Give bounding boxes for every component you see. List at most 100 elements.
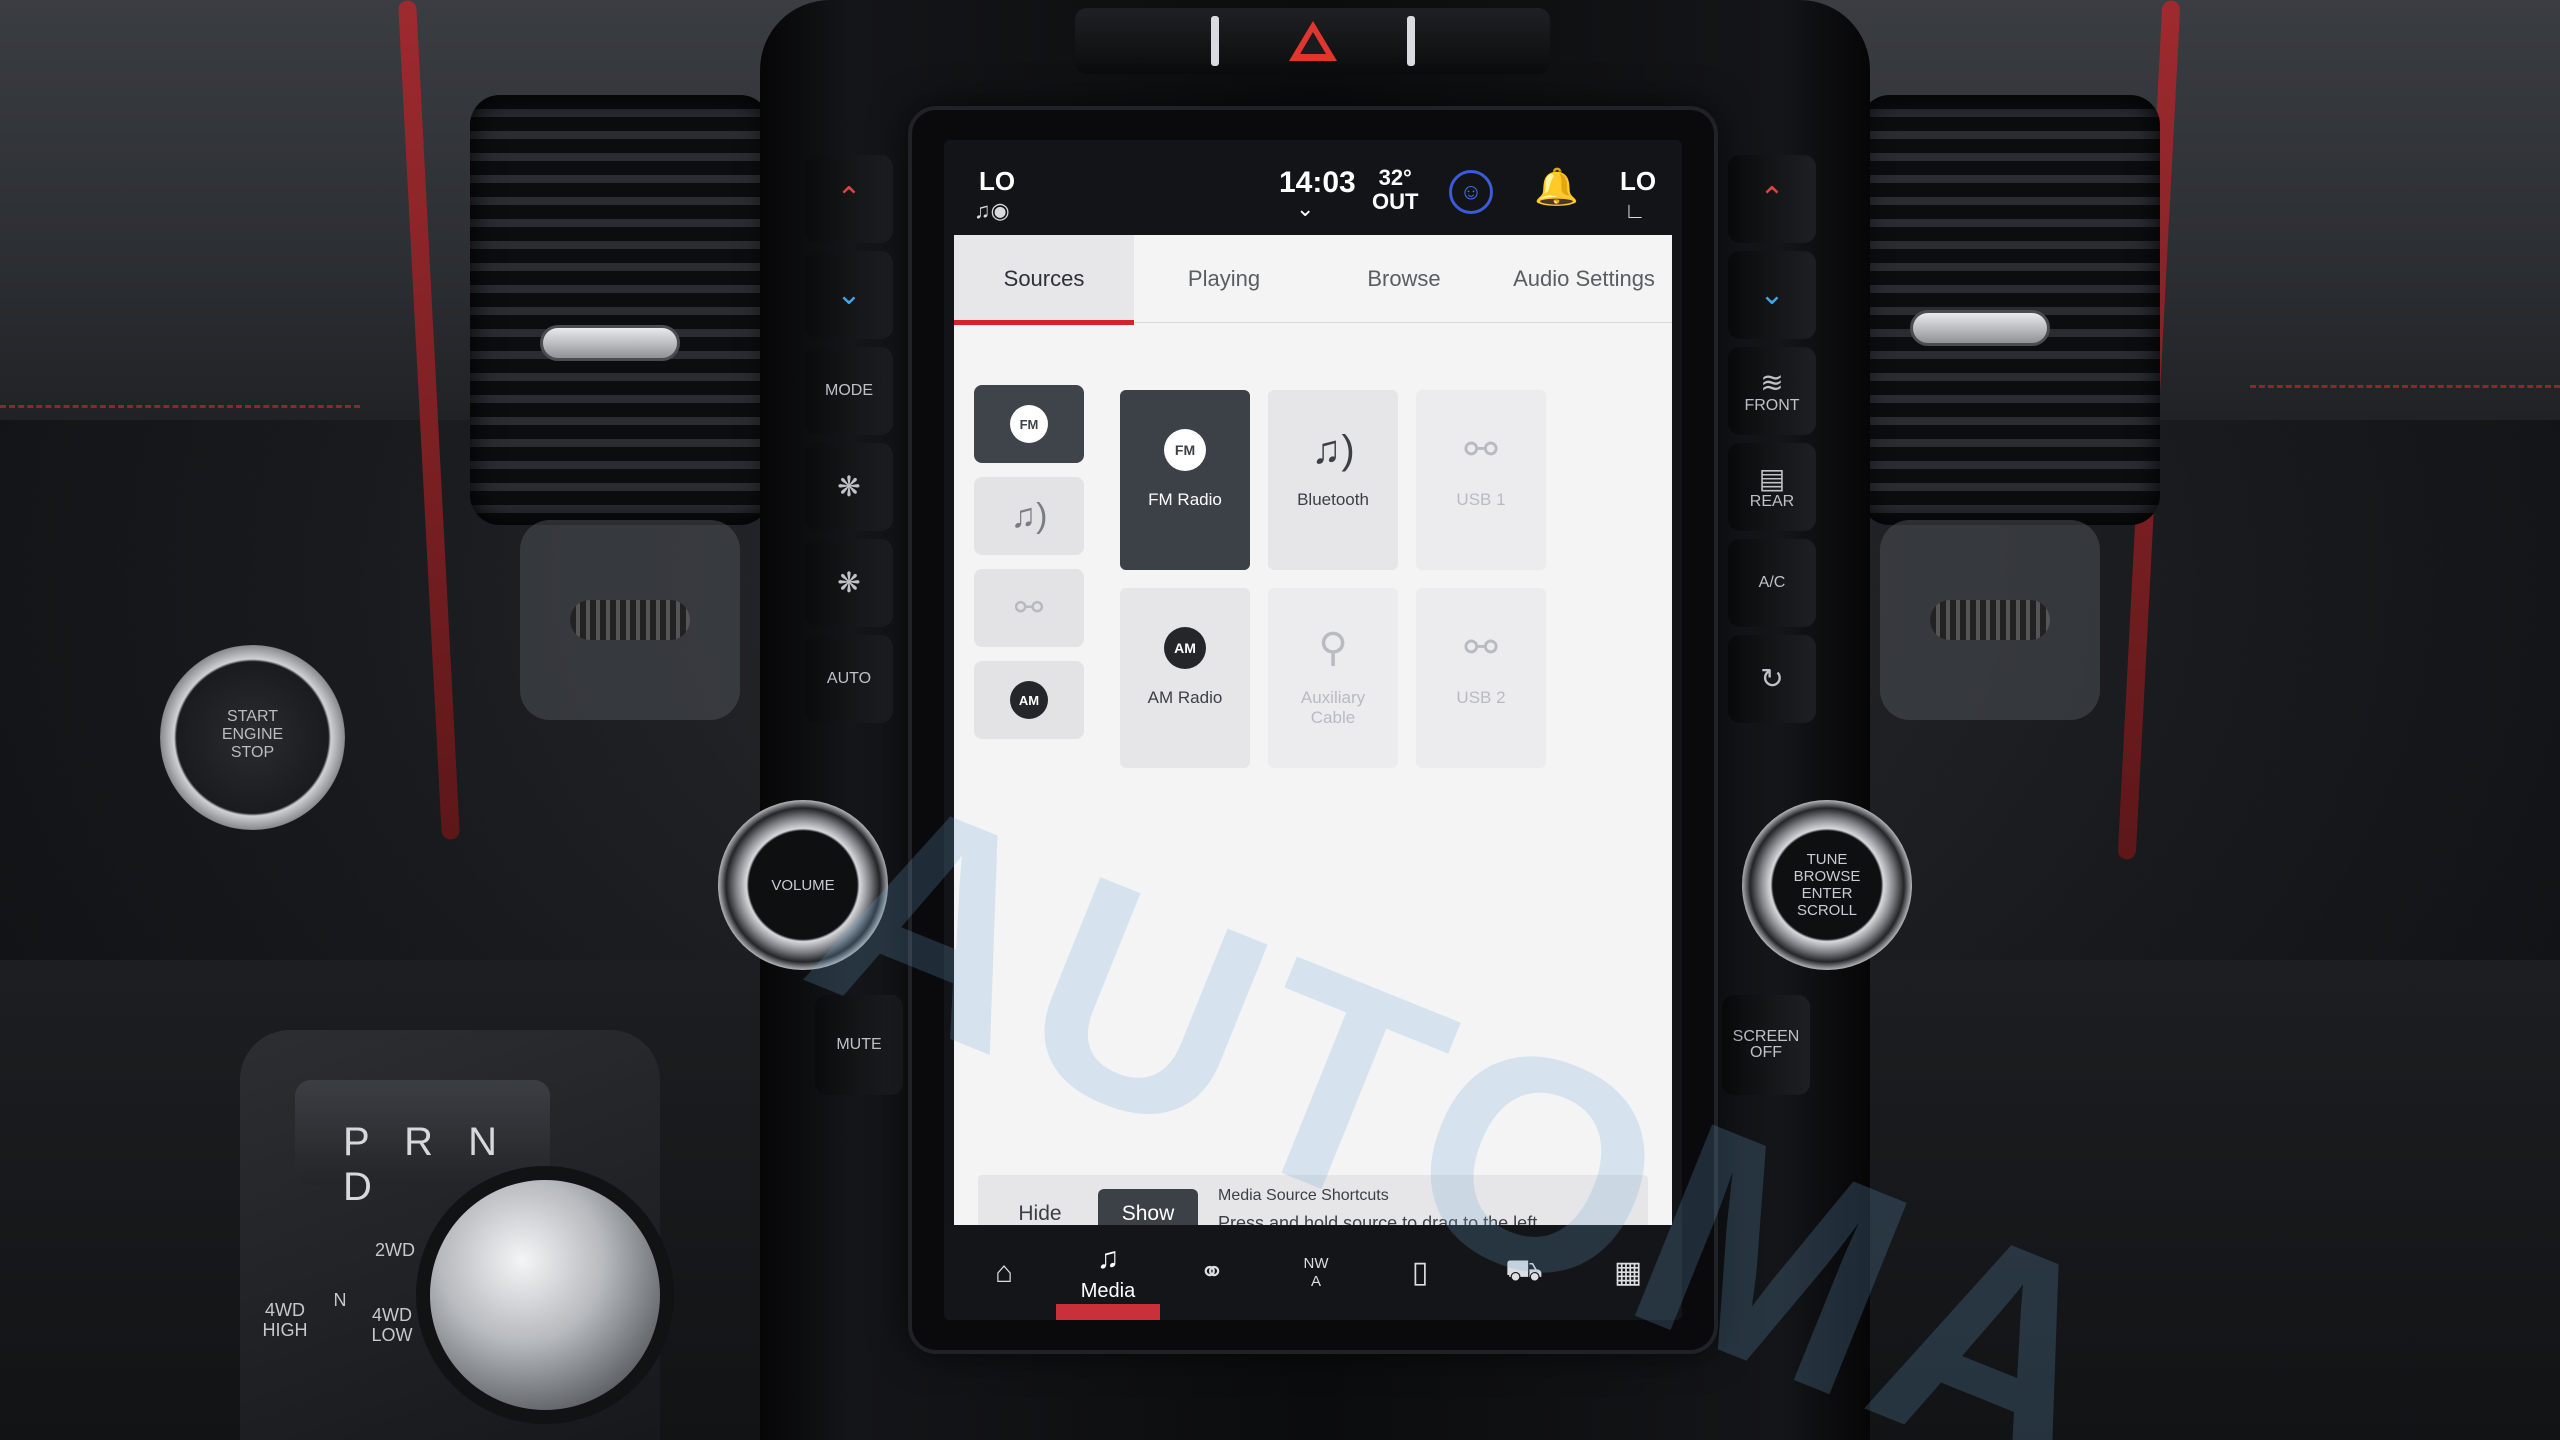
- left-vent-thumbwheel[interactable]: [570, 600, 690, 640]
- fm-radio-icon: FM: [1010, 405, 1048, 443]
- ac-label: A/C: [1758, 574, 1786, 591]
- tune-knob-label: TUNE BROWSE ENTER SCROLL: [1793, 851, 1861, 919]
- truck-icon: ⛟: [1505, 1253, 1543, 1287]
- passenger-seat-icon[interactable]: ∟: [1624, 198, 1646, 224]
- left-vent-tab[interactable]: [540, 325, 680, 361]
- outside-temp-value: 32°: [1378, 165, 1412, 190]
- infotainment-screen: LO ♫◉ 14:03 ⌄ 32° OUT ☺ 🔔 LO ∟ Sources P…: [944, 140, 1682, 1320]
- stitching-left: [0, 405, 360, 408]
- mute-label: MUTE: [836, 1036, 882, 1053]
- fan-down-button[interactable]: ❋: [805, 539, 893, 627]
- compass-heading: NW: [1303, 1254, 1329, 1272]
- driver-seat-heat-icon[interactable]: ♫◉: [974, 198, 1010, 224]
- mute-area: MUTE: [815, 995, 903, 1095]
- usb-icon: ⚯: [1464, 626, 1498, 670]
- chevron-down-icon: ⌄: [1759, 278, 1785, 311]
- tab-audio-settings[interactable]: Audio Settings: [1494, 235, 1674, 323]
- home-icon: ⌂: [994, 1255, 1014, 1289]
- rear-defrost-button[interactable]: ▤ REAR: [1728, 443, 1816, 531]
- recirculation-button[interactable]: ↻: [1728, 635, 1816, 723]
- shortcut-usb[interactable]: ⚯: [974, 569, 1084, 647]
- source-label: AM Radio: [1147, 688, 1223, 707]
- source-fm-radio[interactable]: FM FM Radio: [1120, 390, 1250, 570]
- source-usb-1[interactable]: ⚯ USB 1: [1416, 390, 1546, 570]
- four-wd-low-label[interactable]: 4WD LOW: [362, 1305, 422, 1345]
- bluetooth-audio-icon: ♫): [1311, 427, 1355, 472]
- front-defrost-button[interactable]: ≋ FRONT: [1728, 347, 1816, 435]
- auto-button[interactable]: AUTO: [805, 635, 893, 723]
- chevron-down-icon: ⌄: [836, 278, 862, 311]
- source-usb-2[interactable]: ⚯ USB 2: [1416, 588, 1546, 768]
- right-temp-down-button[interactable]: ⌄: [1728, 251, 1816, 339]
- gear-selector-display: P R N D: [295, 1080, 550, 1209]
- fan-icon: ❋: [837, 471, 861, 502]
- bluetooth-audio-icon: ♫): [1010, 496, 1048, 535]
- hazard-switch-panel: [1075, 8, 1550, 74]
- nav-phone[interactable]: ▯: [1368, 1225, 1472, 1320]
- tab-playing[interactable]: Playing: [1134, 235, 1314, 323]
- tune-browse-knob[interactable]: TUNE BROWSE ENTER SCROLL: [1742, 800, 1912, 970]
- right-temp-up-button[interactable]: ⌃: [1728, 155, 1816, 243]
- stitching-right: [2250, 385, 2560, 388]
- volume-knob[interactable]: VOLUME: [718, 800, 888, 970]
- two-wd-label[interactable]: 2WD: [370, 1240, 420, 1260]
- left-temp-up-button[interactable]: ⌃: [805, 155, 893, 243]
- nav-media[interactable]: ♫ Media: [1056, 1225, 1160, 1320]
- shortcut-bluetooth[interactable]: ♫): [974, 477, 1084, 555]
- gear-selector-knob[interactable]: [430, 1180, 660, 1410]
- source-label: USB 1: [1456, 490, 1506, 509]
- tab-sources[interactable]: Sources: [954, 235, 1134, 325]
- am-radio-icon: AM: [1010, 681, 1048, 719]
- screen-off-area: SCREEN OFF: [1722, 995, 1810, 1095]
- media-content: Sources Playing Browse Audio Settings FM…: [954, 235, 1672, 1320]
- start-stop-label: START ENGINE STOP: [221, 707, 284, 761]
- clock[interactable]: 14:03: [1279, 166, 1356, 200]
- music-note-icon: ♫: [1096, 1242, 1120, 1275]
- comfort-gauge-icon: ⚭: [1199, 1256, 1225, 1289]
- phone-icon: ▯: [1411, 1256, 1429, 1289]
- source-label: USB 2: [1456, 688, 1506, 707]
- status-bar: LO ♫◉ 14:03 ⌄ 32° OUT ☺ 🔔 LO ∟: [944, 140, 1682, 235]
- screen-off-button[interactable]: SCREEN OFF: [1722, 995, 1810, 1095]
- notification-bell-icon[interactable]: 🔔: [1534, 166, 1579, 208]
- left-temp-down-button[interactable]: ⌄: [805, 251, 893, 339]
- source-bluetooth[interactable]: ♫) Bluetooth: [1268, 390, 1398, 570]
- shortcut-am-radio[interactable]: AM: [974, 661, 1084, 739]
- nav-comfort[interactable]: ⚭: [1160, 1225, 1264, 1320]
- right-vent-thumbwheel[interactable]: [1930, 600, 2050, 640]
- nav-navigation[interactable]: NW A: [1264, 1225, 1368, 1320]
- right-vent-tab[interactable]: [1910, 310, 2050, 346]
- start-stop-button[interactable]: START ENGINE STOP: [160, 645, 345, 830]
- mode-button[interactable]: MODE: [805, 347, 893, 435]
- four-wd-high-label[interactable]: 4WD HIGH: [255, 1300, 315, 1340]
- source-auxiliary-cable[interactable]: ⚲ Auxiliary Cable: [1268, 588, 1398, 768]
- compass-arrow: A: [1310, 1272, 1321, 1290]
- apps-grid-icon: ▦: [1613, 1256, 1643, 1289]
- source-label: FM Radio: [1148, 490, 1222, 509]
- hazard-divider: [1210, 16, 1219, 66]
- passenger-temp[interactable]: LO: [1620, 166, 1656, 197]
- fan-up-button[interactable]: ❋: [805, 443, 893, 531]
- chevron-down-icon[interactable]: ⌄: [1296, 196, 1314, 222]
- front-defrost-icon: ≋: [1760, 367, 1784, 398]
- shortcut-bar-title: Media Source Shortcuts: [1218, 1187, 1389, 1204]
- right-climate-controls: ⌃ ⌄ ≋ FRONT ▤ REAR A/C ↻: [1728, 155, 1816, 723]
- hazard-icon[interactable]: [1288, 21, 1337, 61]
- ac-button[interactable]: A/C: [1728, 539, 1816, 627]
- front-label: FRONT: [1744, 397, 1800, 414]
- driver-profile-icon[interactable]: ☺: [1449, 170, 1493, 214]
- auto-label: AUTO: [826, 670, 872, 687]
- chevron-up-icon: ⌃: [1759, 182, 1785, 215]
- shortcut-fm-radio[interactable]: FM: [974, 385, 1084, 463]
- driver-temp[interactable]: LO: [979, 166, 1015, 197]
- outside-temp-label: OUT: [1372, 189, 1419, 214]
- nav-apps[interactable]: ▦: [1576, 1225, 1680, 1320]
- nav-vehicle[interactable]: ⛟: [1472, 1225, 1576, 1320]
- source-am-radio[interactable]: AM AM Radio: [1120, 588, 1250, 768]
- mode-label: MODE: [825, 382, 873, 399]
- mute-button[interactable]: MUTE: [815, 995, 903, 1095]
- tab-browse[interactable]: Browse: [1314, 235, 1494, 323]
- nav-home[interactable]: ⌂: [952, 1225, 1056, 1320]
- screen-off-label: SCREEN OFF: [1732, 1028, 1800, 1061]
- neutral-label[interactable]: N: [325, 1290, 355, 1310]
